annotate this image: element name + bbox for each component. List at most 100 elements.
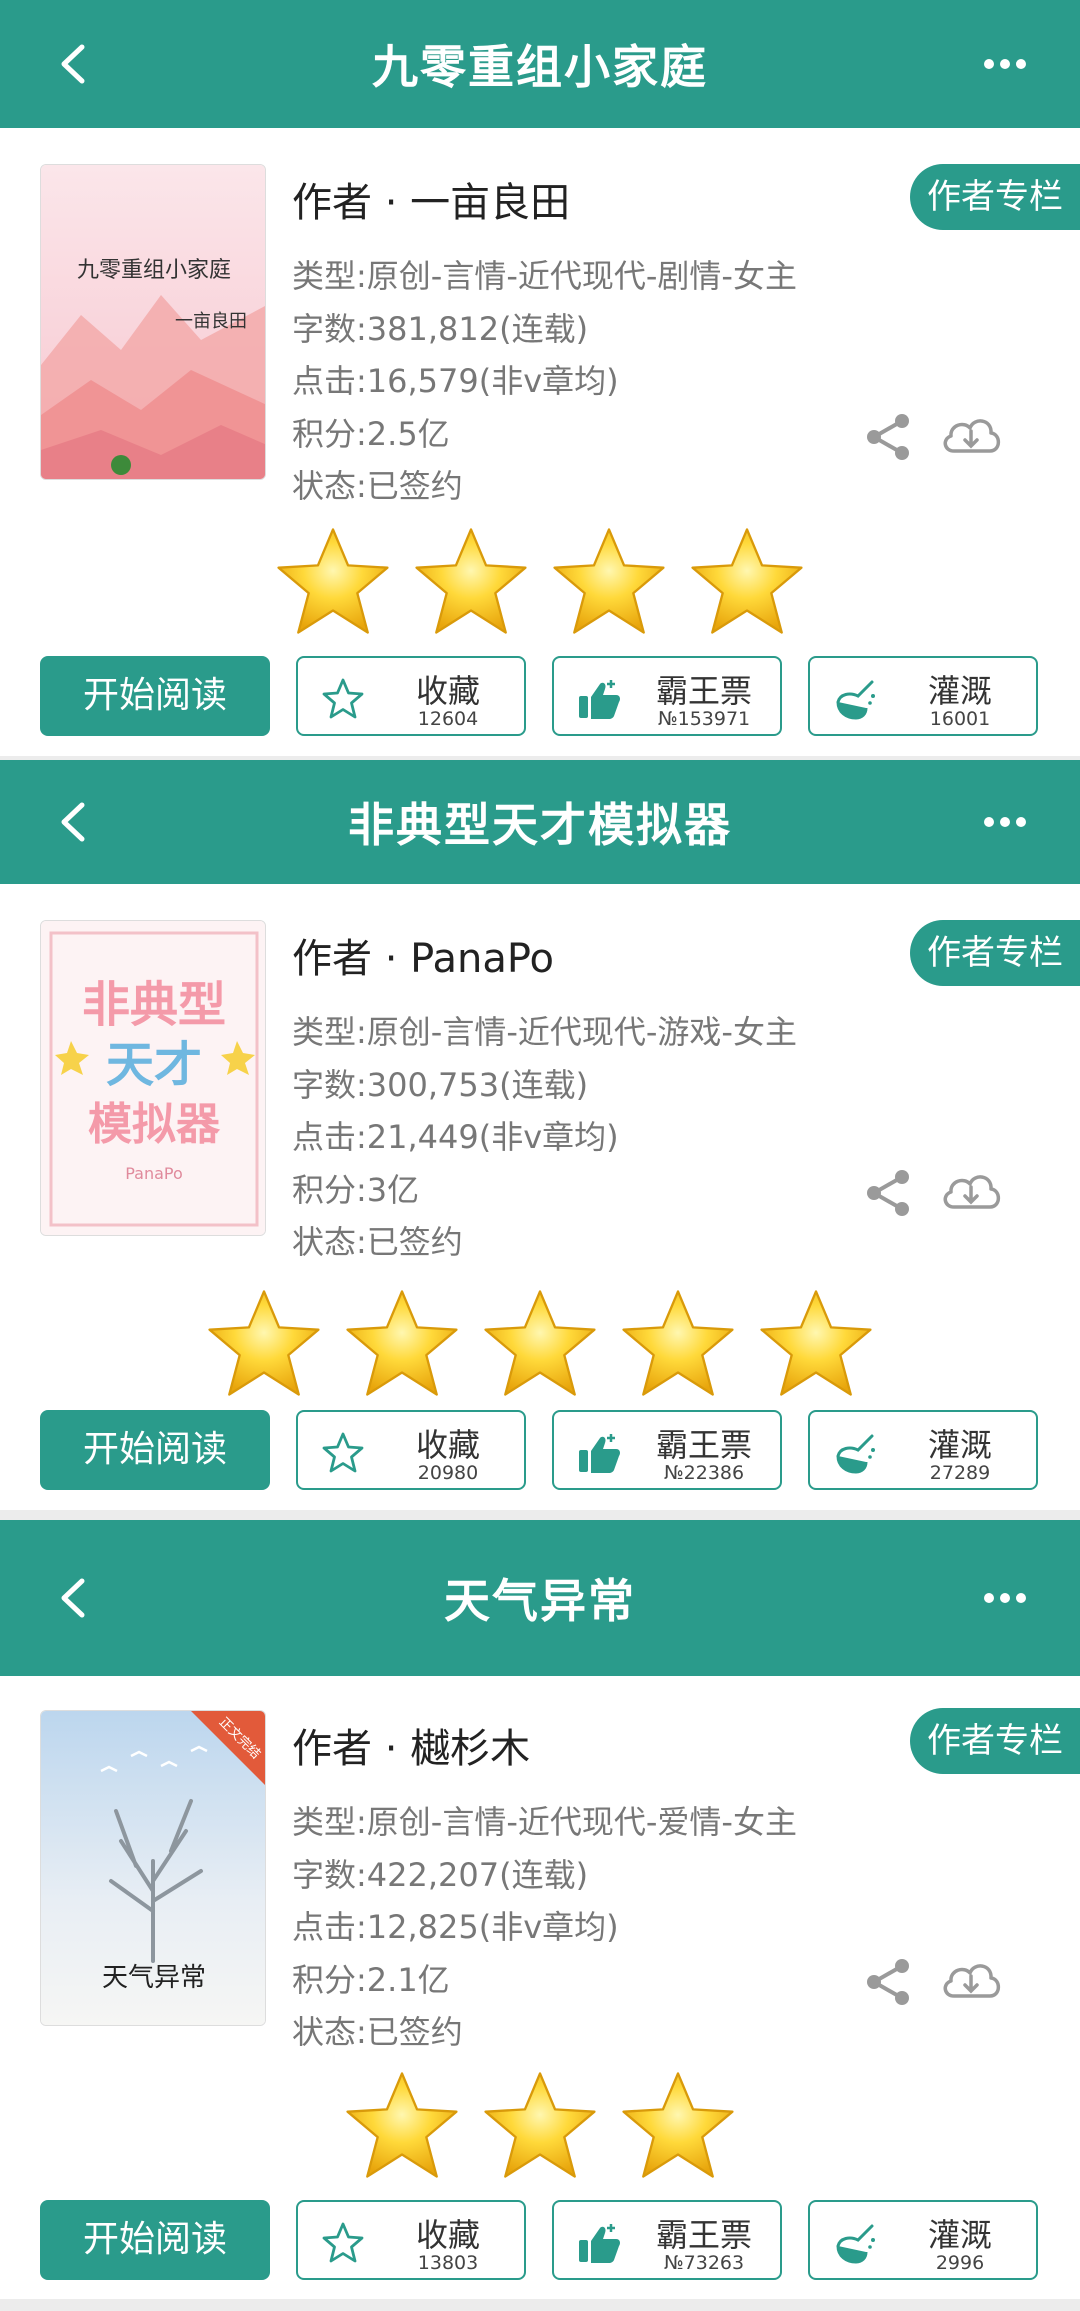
cover-line-1: 非典型 (82, 977, 226, 1033)
rating-star-icon (620, 2070, 736, 2180)
author-name[interactable]: 作者 · 一亩良田 (292, 170, 570, 228)
book-cover[interactable]: 正文完结 天气异常 (40, 1710, 266, 2026)
irrigate-button[interactable]: 灌溉 27289 (808, 1410, 1038, 1490)
start-reading-button[interactable]: 开始阅读 (40, 2200, 270, 2280)
favorite-label: 收藏 (415, 1426, 480, 1464)
rating-star-icon (344, 2070, 460, 2180)
rating-star-icon (689, 526, 805, 636)
book-info: 类型:原创-言情-近代现代-爱情-女主 字数:422,207(连载) 点击:12… (292, 1796, 797, 2059)
info-score: 积分:3亿 (292, 1170, 420, 1209)
rating-star-icon (275, 526, 391, 636)
info-status: 状态:已签约 (292, 1223, 463, 1261)
irrigate-label: 灌溉 (927, 2216, 992, 2254)
irrigate-button[interactable]: 灌溉 2996 (808, 2200, 1038, 2280)
cover-author: 一亩良田 (175, 311, 247, 332)
book-title: 九零重组小家庭 (372, 40, 708, 94)
star-outline-icon (320, 1430, 366, 1476)
author-name[interactable]: 作者 · 樾杉木 (292, 1716, 530, 1774)
thumbs-up-icon (576, 676, 622, 722)
more-icon[interactable] (982, 57, 1028, 71)
info-clicks: 点击:12,825(非v章均) (292, 1908, 619, 1946)
book-cover[interactable]: 九零重组小家庭 一亩良田 (40, 164, 266, 480)
download-icon[interactable] (938, 1167, 1004, 1219)
ticket-count: №22386 (663, 1462, 745, 1484)
author-column-button[interactable]: 作者专栏 (910, 920, 1080, 986)
info-status: 状态:已签约 (292, 2013, 463, 2051)
cover-title: 天气异常 (102, 1963, 206, 1993)
thumbs-up-icon (576, 2220, 622, 2266)
author-column-button[interactable]: 作者专栏 (910, 164, 1080, 230)
flask-icon (832, 2220, 878, 2266)
overlord-ticket-button[interactable]: 霸王票 №73263 (552, 2200, 782, 2280)
favorite-label: 收藏 (415, 2216, 480, 2254)
star-outline-icon (320, 2220, 366, 2266)
download-icon[interactable] (938, 411, 1004, 463)
book-title: 天气异常 (444, 1574, 636, 1628)
star-outline-icon (320, 676, 366, 722)
book-header: 非典型天才模拟器 (0, 760, 1080, 884)
ticket-label: 霸王票 (655, 2216, 752, 2254)
rating-stars (0, 2070, 1080, 2180)
ticket-label: 霸王票 (655, 672, 752, 710)
book-card: 正文完结 天气异常 作者 · 樾杉木 作者专栏 类型:原创-言情-近代现代-爱情… (0, 1676, 1080, 2299)
overlord-ticket-button[interactable]: 霸王票 №153971 (552, 656, 782, 736)
info-score: 积分:2.1亿 (292, 1960, 450, 1999)
info-type: 类型:原创-言情-近代现代-剧情-女主 (292, 257, 797, 295)
info-words: 字数:300,753(连载) (292, 1065, 589, 1104)
book-card: 非典型 天才 模拟器 PanaPo 作者 · PanaPo 作者专栏 类型:原创… (0, 884, 1080, 1510)
rating-star-icon (551, 526, 667, 636)
rating-star-icon (413, 526, 529, 636)
share-icon[interactable] (862, 411, 914, 463)
info-words: 字数:381,812(连载) (292, 309, 589, 348)
favorite-count: 20980 (417, 1462, 479, 1484)
book-header: 天气异常 (0, 1520, 1080, 1676)
favorite-label: 收藏 (415, 672, 480, 710)
info-type: 类型:原创-言情-近代现代-游戏-女主 (292, 1013, 797, 1051)
ticket-count: №73263 (663, 2252, 745, 2274)
favorite-button[interactable]: 收藏 13803 (296, 2200, 526, 2280)
rating-star-icon (206, 1288, 322, 1398)
irrigate-button[interactable]: 灌溉 16001 (808, 656, 1038, 736)
rating-star-icon (344, 1288, 460, 1398)
favorite-count: 13803 (417, 2252, 479, 2274)
more-icon[interactable] (982, 815, 1028, 829)
book-title: 非典型天才模拟器 (348, 798, 732, 852)
author-column-button[interactable]: 作者专栏 (910, 1708, 1080, 1774)
book-info: 类型:原创-言情-近代现代-剧情-女主 字数:381,812(连载) 点击:16… (292, 250, 797, 513)
rating-star-icon (620, 1288, 736, 1398)
book-info: 类型:原创-言情-近代现代-游戏-女主 字数:300,753(连载) 点击:21… (292, 1006, 797, 1269)
cover-line-3: 模拟器 (88, 1099, 221, 1150)
info-words: 字数:422,207(连载) (292, 1855, 589, 1894)
more-icon[interactable] (982, 1591, 1028, 1605)
author-name[interactable]: 作者 · PanaPo (292, 926, 554, 984)
info-clicks: 点击:16,579(非v章均) (292, 362, 619, 400)
cover-author: PanaPo (125, 1164, 183, 1183)
info-clicks: 点击:21,449(非v章均) (292, 1118, 619, 1156)
thumbs-up-icon (576, 1430, 622, 1476)
share-icon[interactable] (862, 1956, 914, 2008)
info-type: 类型:原创-言情-近代现代-爱情-女主 (292, 1803, 797, 1841)
overlord-ticket-button[interactable]: 霸王票 №22386 (552, 1410, 782, 1490)
book-card: 九零重组小家庭 一亩良田 作者 · 一亩良田 作者专栏 类型:原创-言情-近代现… (0, 128, 1080, 756)
info-status: 状态:已签约 (292, 467, 463, 505)
irrigate-count: 27289 (929, 1462, 991, 1484)
irrigate-count: 2996 (935, 2252, 985, 2274)
irrigate-count: 16001 (929, 708, 991, 730)
flask-icon (832, 1430, 878, 1476)
info-score: 积分:2.5亿 (292, 414, 450, 453)
share-icon[interactable] (862, 1167, 914, 1219)
rating-star-icon (482, 1288, 598, 1398)
download-icon[interactable] (938, 1956, 1004, 2008)
favorite-button[interactable]: 收藏 20980 (296, 1410, 526, 1490)
ticket-count: №153971 (657, 708, 751, 730)
ticket-label: 霸王票 (655, 1426, 752, 1464)
start-reading-button[interactable]: 开始阅读 (40, 656, 270, 736)
start-reading-button[interactable]: 开始阅读 (40, 1410, 270, 1490)
rating-star-icon (482, 2070, 598, 2180)
favorite-button[interactable]: 收藏 12604 (296, 656, 526, 736)
flask-icon (832, 676, 878, 722)
favorite-count: 12604 (417, 708, 479, 730)
rating-star-icon (758, 1288, 874, 1398)
irrigate-label: 灌溉 (927, 1426, 992, 1464)
book-cover[interactable]: 非典型 天才 模拟器 PanaPo (40, 920, 266, 1236)
